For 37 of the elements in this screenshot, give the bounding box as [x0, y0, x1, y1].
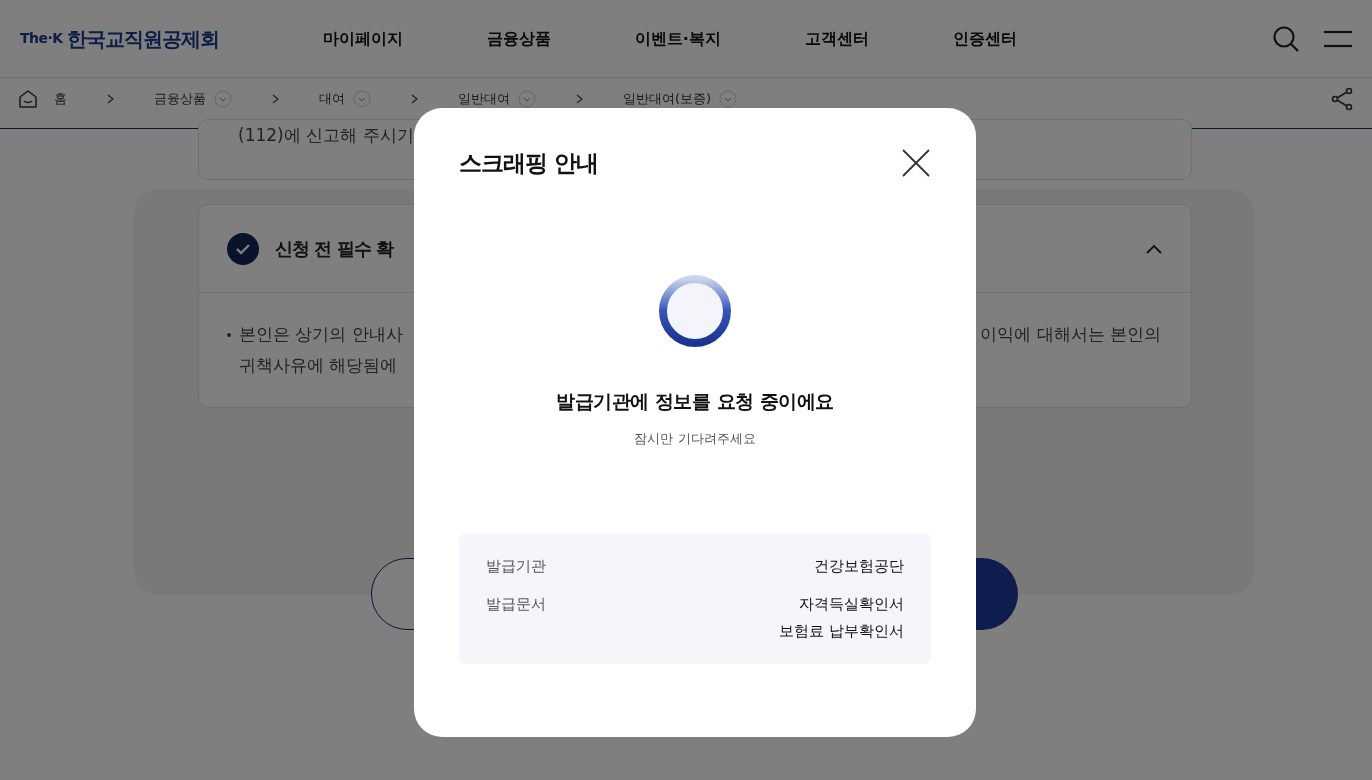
search-icon[interactable]	[1272, 24, 1300, 53]
info-value: 건강보험공단	[814, 555, 904, 577]
menu-icon[interactable]	[1324, 29, 1352, 48]
nav-link[interactable]: 마이페이지	[322, 26, 403, 51]
bullet-icon	[227, 333, 231, 337]
info-label: 발급문서	[486, 594, 546, 615]
info-value: 자격득실확인서	[798, 594, 904, 615]
breadcrumb-link[interactable]: 홈	[54, 89, 67, 109]
breadcrumb-link[interactable]: 일반대여	[458, 89, 510, 109]
notice-text: (112)에 신고해 주시기	[238, 124, 415, 147]
breadcrumb-link[interactable]: 대여	[319, 89, 345, 109]
breadcrumb-link[interactable]: 금융상품	[154, 89, 206, 109]
logo-mark[interactable]: The·K	[20, 28, 63, 49]
status-heading: 발급기관에 정보를 요청 중이에요	[555, 388, 835, 414]
chevron-right-icon	[411, 94, 418, 104]
nav-link[interactable]: 이벤트·복지	[634, 26, 721, 51]
chevron-right-icon	[272, 94, 279, 104]
chevron-right-icon	[107, 94, 114, 104]
breadcrumb-link[interactable]: 일반대여(보증)	[623, 89, 712, 109]
body-text: 이익에 대해서는 본인의	[980, 323, 1161, 346]
info-label: 발급기관	[486, 555, 546, 577]
info-value: 보험료 납부확인서	[779, 620, 904, 642]
chevron-right-icon	[576, 94, 583, 104]
body-text: 본인은 상기의 안내사	[239, 323, 403, 346]
logo-text[interactable]: 한국교직원공제회	[66, 23, 219, 54]
nav-link[interactable]: 고객센터	[804, 26, 869, 51]
close-icon[interactable]	[901, 148, 931, 179]
status-subtext: 잠시만 기다려주세요	[633, 430, 757, 448]
home-icon[interactable]	[18, 89, 38, 109]
chevron-up-icon[interactable]	[1145, 242, 1163, 255]
dialog-title: 스크래핑 안내	[459, 149, 598, 178]
nav-link[interactable]: 금융상품	[486, 26, 551, 51]
nav-link[interactable]: 인증센터	[952, 26, 1017, 51]
spinner-icon	[657, 272, 733, 349]
share-icon[interactable]	[1330, 87, 1354, 111]
body-text: 귀책사유에 해당됨에	[239, 354, 399, 377]
section-title: 신청 전 필수 확	[275, 237, 393, 261]
